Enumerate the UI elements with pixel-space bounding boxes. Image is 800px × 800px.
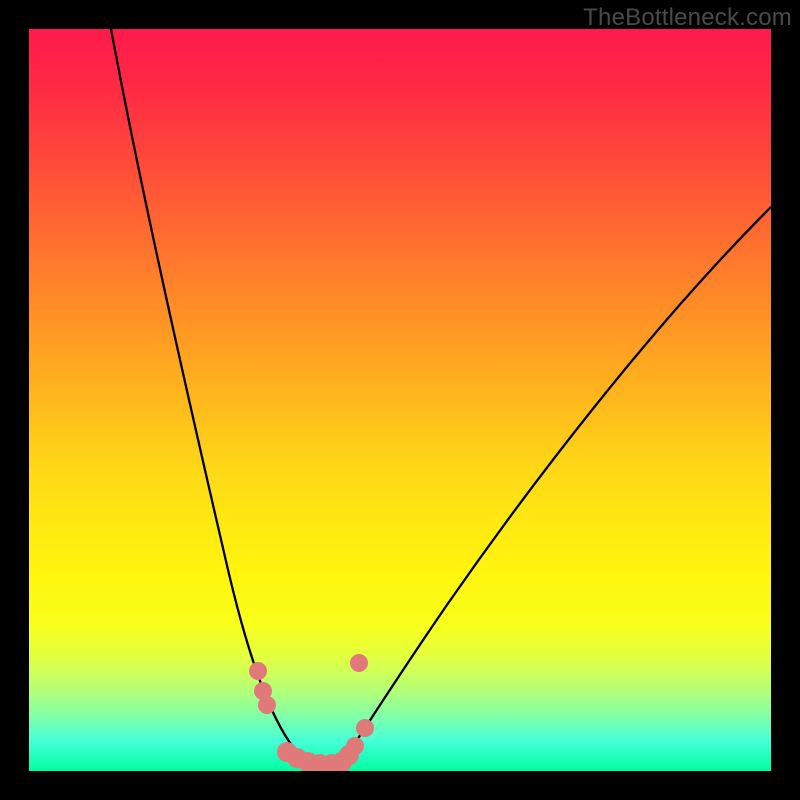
plot-area (29, 29, 771, 771)
left-curve (111, 29, 309, 765)
chart-frame: TheBottleneck.com (0, 0, 800, 800)
marker-group (249, 654, 374, 771)
right-curve (341, 207, 771, 763)
chart-svg (29, 29, 771, 771)
data-marker (356, 719, 374, 737)
data-marker (350, 654, 368, 672)
data-marker (249, 662, 267, 680)
data-marker (346, 737, 364, 755)
curve-group (111, 29, 771, 766)
watermark-text: TheBottleneck.com (583, 4, 792, 32)
data-marker (258, 696, 276, 714)
